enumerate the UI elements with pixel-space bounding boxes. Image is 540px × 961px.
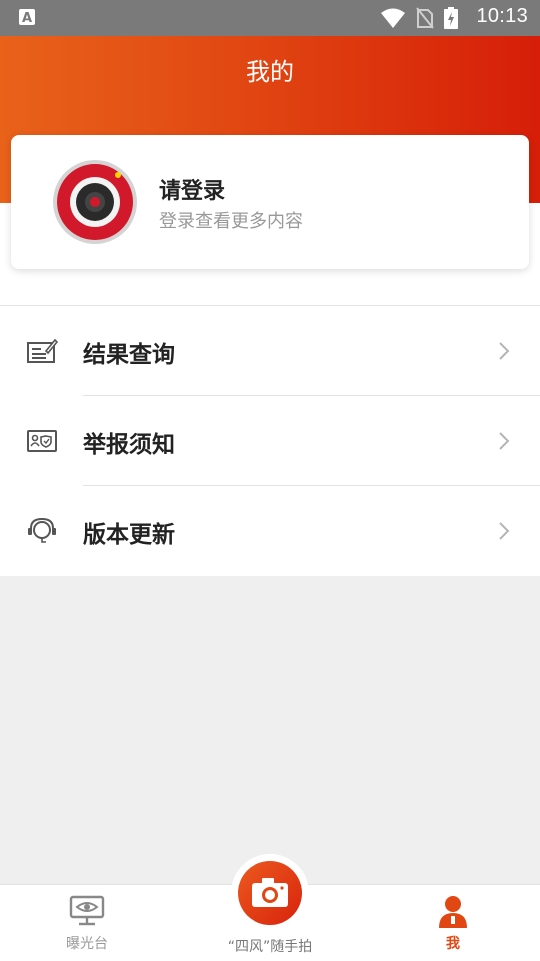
camera-lens-icon: [76, 183, 114, 221]
status-bar: A 10:13: [0, 0, 540, 36]
camera-button[interactable]: [238, 861, 302, 925]
tab-label: 我: [446, 936, 460, 952]
chevron-right-icon: [499, 522, 510, 540]
chevron-right-icon: [499, 342, 510, 360]
monitor-eye-icon: [69, 895, 105, 926]
avatar[interactable]: [53, 160, 137, 244]
edit-document-icon: [27, 338, 58, 363]
lens-center: [85, 192, 105, 212]
tab-me[interactable]: 我: [383, 885, 523, 961]
snapshot-button[interactable]: [231, 854, 309, 932]
menu-item-report-notice[interactable]: 举报须知: [0, 396, 540, 486]
login-title[interactable]: 请登录: [159, 173, 225, 205]
status-time: 10:13: [476, 5, 528, 27]
user-icon: [439, 896, 467, 928]
menu-item-version-update[interactable]: 版本更新: [0, 486, 540, 576]
camera-icon: [252, 878, 288, 907]
emblem-icon: [90, 197, 100, 207]
wifi-icon: [381, 8, 405, 28]
svg-text:A: A: [22, 11, 32, 26]
avatar-inner-ring: [70, 177, 120, 227]
page-title: 我的: [246, 58, 294, 86]
tab-label: 曝光台: [66, 936, 108, 952]
avatar-ring: [57, 164, 133, 240]
id-card-icon: [27, 430, 57, 452]
menu-label: 举报须知: [83, 432, 175, 458]
notification-a-icon: A: [19, 9, 35, 26]
tab-exposure[interactable]: 曝光台: [17, 885, 157, 961]
menu-label: 结果查询: [83, 342, 175, 368]
battery-charging-icon: [444, 7, 458, 29]
tab-label-snapshot[interactable]: “四风”随手拍: [200, 936, 340, 956]
no-sim-icon: [416, 7, 434, 29]
login-subtitle: 登录查看更多内容: [159, 211, 303, 232]
chevron-right-icon: [499, 432, 510, 450]
headset-icon: [28, 517, 56, 543]
menu-item-result-query[interactable]: 结果查询: [0, 306, 540, 396]
menu-label: 版本更新: [83, 522, 175, 548]
indicator-dot: [115, 172, 121, 178]
login-card[interactable]: 请登录 登录查看更多内容: [11, 135, 529, 269]
